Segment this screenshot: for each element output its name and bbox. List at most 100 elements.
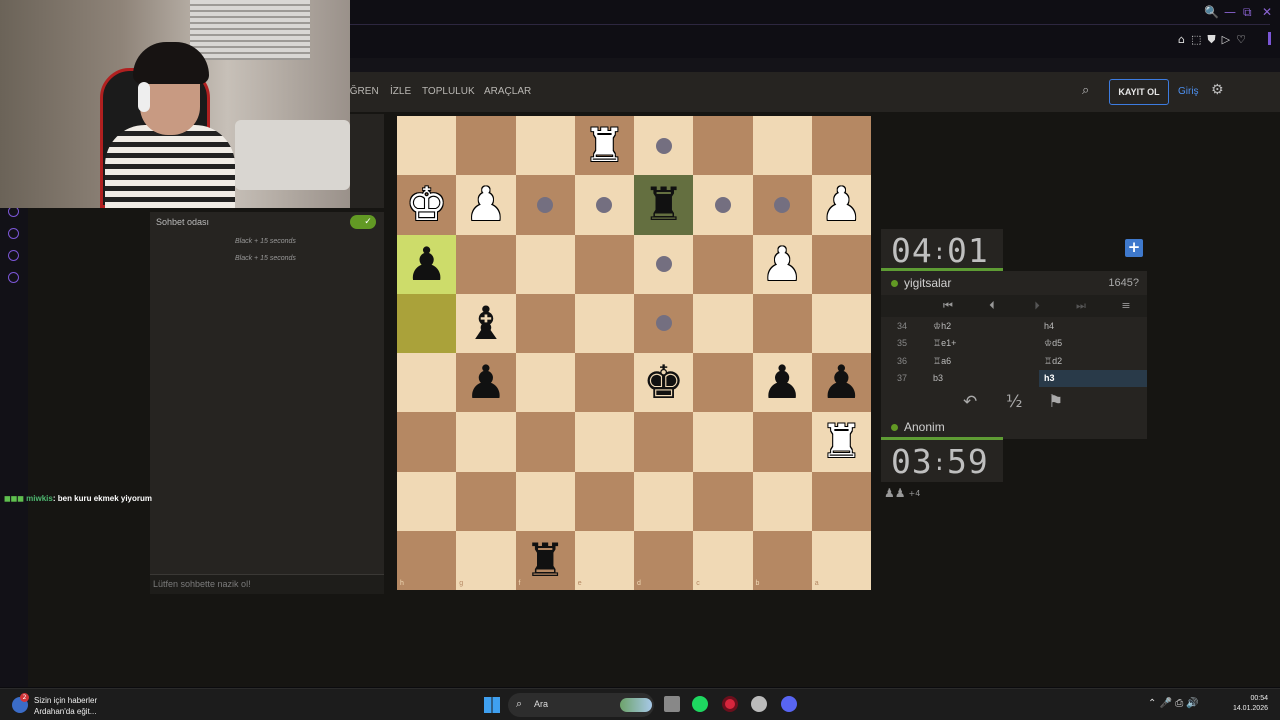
square-g1[interactable] [456,116,516,176]
first-move-icon[interactable]: ⏮ [938,299,958,313]
square-a4[interactable] [811,293,871,353]
play-icon[interactable]: ▷ [1222,33,1236,46]
next-move-icon[interactable]: ⏵ [1027,299,1047,313]
login-link[interactable]: Giriş [1178,86,1199,97]
square-f7[interactable] [515,471,575,531]
black-piece-a5[interactable]: ♟ [812,353,871,412]
black-piece-g5[interactable]: ♟ [456,353,515,412]
square-c4[interactable] [693,293,753,353]
square-h4[interactable] [397,293,457,353]
white-piece-b3[interactable]: ♟ [753,235,812,294]
square-h7[interactable] [397,471,457,531]
square-c3[interactable] [693,234,753,294]
menu-icon[interactable]: ≡ [1116,299,1136,312]
signup-button[interactable]: KAYIT OL [1109,79,1169,105]
white-move[interactable]: b3 [933,373,943,383]
bookmark-icon[interactable]: ⌂ [1178,33,1191,46]
spotify-icon[interactable] [692,696,708,712]
square-b1[interactable] [752,116,812,176]
white-move[interactable]: ♖a6 [933,356,951,367]
square-c7[interactable] [693,471,753,531]
square-a1[interactable] [811,116,871,176]
white-piece-g2[interactable]: ♟ [456,175,515,234]
square-c8[interactable] [693,530,753,590]
square-e3[interactable] [574,234,634,294]
square-h8[interactable] [397,530,457,590]
white-move[interactable]: ♖e1+ [933,338,956,349]
opera-gx-icon[interactable] [722,696,738,712]
move-hint-dot[interactable] [714,196,731,213]
black-piece-f8[interactable]: ♜ [516,531,575,590]
minimize-icon[interactable]: — [1224,5,1236,19]
last-move-icon[interactable]: ⏭ [1071,299,1091,313]
white-piece-e1[interactable]: ♜ [575,116,634,175]
square-e8[interactable] [574,530,634,590]
square-g8[interactable] [456,530,516,590]
prev-move-icon[interactable]: ⏴ [982,299,1002,313]
square-a7[interactable] [811,471,871,531]
square-e6[interactable] [574,412,634,472]
steam-icon[interactable] [751,696,767,712]
square-f4[interactable] [515,293,575,353]
white-piece-a2[interactable]: ♟ [812,175,871,234]
square-f3[interactable] [515,234,575,294]
black-move[interactable]: ♖d2 [1039,353,1147,370]
black-move[interactable]: h4 [1039,318,1147,335]
system-clock[interactable]: 00:54 14.01.2026 [1224,694,1268,714]
square-f6[interactable] [515,412,575,472]
square-b8[interactable] [752,530,812,590]
close-icon[interactable]: ✕ [1262,5,1272,19]
nav-community[interactable]: TOPLULUK [422,86,475,97]
resign-flag-icon[interactable]: ⚑ [1048,392,1063,412]
move-hint-dot[interactable] [774,196,791,213]
system-tray-icons[interactable]: ⌃ 🎤 ⎙ 🔊 [1148,698,1199,709]
move-hint-dot[interactable] [537,196,554,213]
square-d6[interactable] [634,412,694,472]
chat-toggle[interactable] [350,215,376,229]
sidebar-icon[interactable] [8,250,19,261]
square-c5[interactable] [693,353,753,413]
screenshot-icon[interactable]: ⬚ [1191,33,1207,46]
nav-watch[interactable]: İZLE [390,86,411,97]
nav-tools[interactable]: ARAÇLAR [484,86,531,97]
restore-icon[interactable]: ⧉ [1243,5,1252,20]
add-time-button[interactable]: + [1125,239,1143,257]
black-piece-h3[interactable]: ♟ [397,235,456,294]
discord-icon[interactable] [781,696,797,712]
shield-icon[interactable]: ⛊ [1207,33,1221,46]
square-c1[interactable] [693,116,753,176]
square-g3[interactable] [456,234,516,294]
news-widget[interactable]: Sizin için haberler Ardahan'da eğit... [34,695,97,717]
white-piece-a6[interactable]: ♜ [812,412,871,471]
gear-icon[interactable] [8,272,19,283]
chat-input[interactable]: Lütfen sohbette nazik ol! [150,574,384,594]
black-piece-d5[interactable]: ♚ [634,353,693,412]
black-move-current[interactable]: h3 [1039,370,1147,387]
draw-offer-button[interactable]: ½ [1006,392,1022,412]
browser-search-icon[interactable]: 🔍 [1204,5,1219,19]
move-hint-dot[interactable] [655,137,672,154]
square-g6[interactable] [456,412,516,472]
extension-icons[interactable]: ⌂⬚⛊▷♡ [1178,33,1252,47]
file-explorer-icon[interactable] [664,696,680,712]
white-piece-h2[interactable]: ♚ [397,175,456,234]
heart-icon[interactable]: ♡ [1236,33,1252,46]
gear-icon[interactable]: ⚙ [1211,82,1224,98]
square-b7[interactable] [752,471,812,531]
square-h1[interactable] [397,116,457,176]
square-h5[interactable] [397,353,457,413]
takeback-icon[interactable]: ↶ [963,392,977,412]
square-f1[interactable] [515,116,575,176]
square-b6[interactable] [752,412,812,472]
search-icon[interactable]: ⌕ [1082,83,1089,98]
black-move[interactable]: ♔d5 [1039,335,1147,352]
black-piece-d2[interactable]: ♜ [634,175,693,234]
square-e4[interactable] [574,293,634,353]
square-d7[interactable] [634,471,694,531]
square-g7[interactable] [456,471,516,531]
player-bottom[interactable]: Anonim [881,419,1003,440]
clock-icon[interactable] [8,228,19,239]
square-a8[interactable] [811,530,871,590]
taskbar-search[interactable]: ⌕ Ara [508,693,654,717]
square-a3[interactable] [811,234,871,294]
